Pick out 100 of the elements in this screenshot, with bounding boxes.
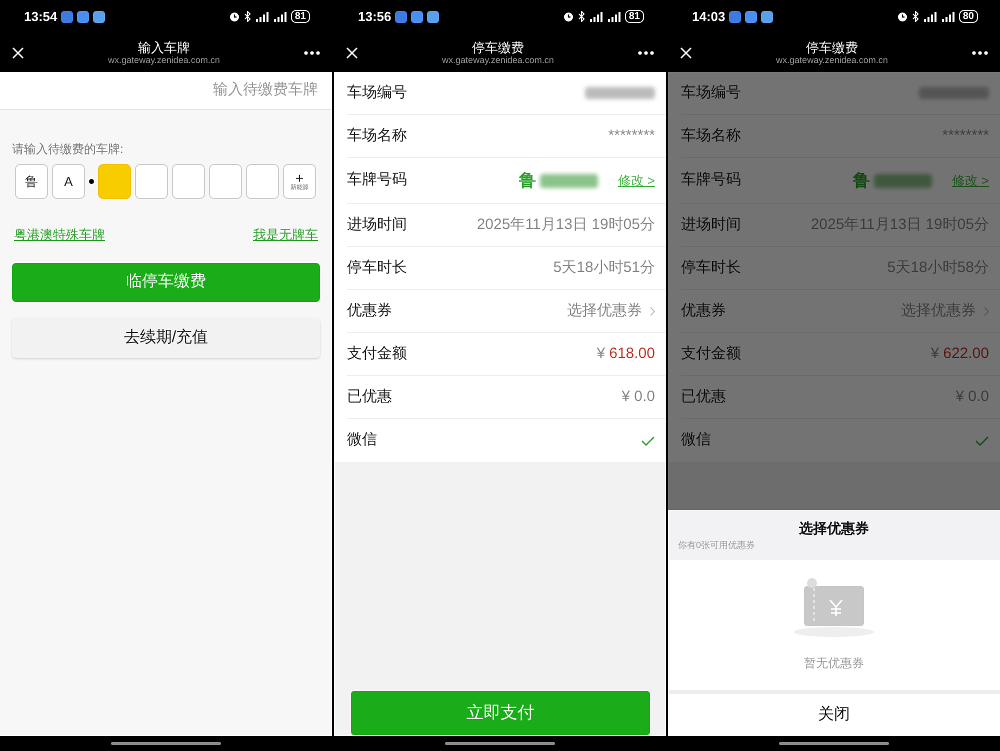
- battery-level: 81: [290, 10, 310, 23]
- page-url: wx.gateway.zenidea.com.cn: [776, 54, 888, 66]
- row-label: 微信: [681, 430, 711, 450]
- coupon-count: 你有0张可用优惠券: [678, 538, 756, 552]
- row-label: 车场名称: [347, 126, 407, 146]
- row-value: 2025年11月13日 19时05分: [476, 214, 655, 235]
- row-label: 微信: [347, 430, 377, 450]
- plate-prefix: 鲁: [852, 170, 870, 192]
- notification-icon: [93, 10, 106, 22]
- status-time: 14:03: [692, 8, 726, 26]
- row-value: ********: [942, 126, 989, 146]
- battery-level: 80: [958, 10, 978, 23]
- more-icon[interactable]: [638, 50, 654, 54]
- amount-value: 618.00: [609, 344, 655, 364]
- home-indicator[interactable]: [111, 742, 221, 745]
- bluetooth-icon: [578, 11, 585, 22]
- status-time: 13:54: [24, 8, 58, 26]
- plate-link[interactable]: 我是无牌车: [253, 225, 318, 244]
- page-url: wx.gateway.zenidea.com.cn: [108, 54, 220, 66]
- close-icon[interactable]: [680, 46, 692, 58]
- page-title: 输入车牌: [138, 40, 190, 54]
- row-label: 车场编号: [347, 82, 407, 103]
- notification-icon: [61, 10, 74, 22]
- plate-link[interactable]: 粤港澳特殊车牌: [14, 225, 105, 244]
- plate-char-field[interactable]: [246, 164, 279, 199]
- close-icon[interactable]: [12, 46, 24, 58]
- section-title: 输入待缴费车牌: [213, 80, 318, 100]
- row-label: 车场编号: [681, 82, 741, 103]
- coupon-select[interactable]: 选择优惠券: [567, 300, 642, 322]
- row-label: 优惠券: [681, 300, 726, 321]
- blurred-plate: [540, 174, 598, 188]
- signal-icon: [922, 11, 937, 22]
- row-value: ¥ 0.0: [622, 386, 655, 407]
- row-label: 支付金额: [347, 344, 407, 364]
- alarm-icon: [896, 11, 908, 22]
- currency-sign: ¥: [930, 344, 940, 364]
- signal-icon: [272, 11, 287, 22]
- row-label: 优惠券: [347, 300, 392, 321]
- alarm-icon: [228, 11, 240, 22]
- signal-icon: [588, 11, 603, 22]
- row-label: 支付金额: [681, 344, 741, 364]
- notification-icon: [761, 10, 774, 22]
- prompt-text: 请输入待缴费的车牌:: [12, 141, 124, 158]
- row-label: 车牌号码: [681, 170, 741, 190]
- plate-prefix: 鲁: [518, 170, 536, 192]
- notification-icon: [77, 10, 90, 22]
- row-value: 5天18小时51分: [553, 258, 655, 278]
- empty-message: 暂无优惠券: [804, 655, 864, 672]
- signal-icon: [606, 11, 621, 22]
- plate-char-field[interactable]: 鲁: [15, 164, 48, 199]
- page-title: 停车缴费: [472, 40, 524, 54]
- plus-sign: +: [295, 172, 304, 184]
- bluetooth-icon: [912, 11, 919, 22]
- currency-sign: ¥: [596, 344, 606, 364]
- sheet-title: 选择优惠券: [798, 518, 870, 538]
- ticket-icon: [792, 578, 876, 638]
- chevron-icon: [984, 306, 989, 316]
- bluetooth-icon: [244, 11, 251, 22]
- close-button[interactable]: 关闭: [668, 690, 1000, 736]
- blurred-plate: [874, 174, 932, 188]
- page-url: wx.gateway.zenidea.com.cn: [442, 54, 554, 66]
- row-value: ********: [608, 126, 655, 146]
- home-indicator[interactable]: [779, 742, 889, 745]
- row-label: 进场时间: [347, 214, 407, 235]
- plate-char-field[interactable]: [135, 164, 168, 199]
- alarm-icon: [562, 11, 574, 22]
- edit-link[interactable]: 修改 >: [618, 170, 655, 190]
- plate-char-field[interactable]: A: [52, 164, 85, 199]
- pay-button[interactable]: 临停车缴费: [12, 262, 320, 302]
- notification-icon: [745, 10, 758, 22]
- notification-icon: [729, 10, 742, 22]
- signal-icon: [254, 11, 269, 22]
- separator-dot: [89, 179, 94, 184]
- row-label: 已优惠: [681, 386, 726, 407]
- notification-icon: [427, 10, 440, 22]
- signal-icon: [940, 11, 955, 22]
- home-indicator[interactable]: [445, 742, 555, 745]
- chevron-icon: [650, 306, 655, 316]
- plate-char-field[interactable]: [209, 164, 242, 199]
- plate-char-field[interactable]: [98, 164, 131, 199]
- status-time: 13:56: [358, 8, 392, 26]
- row-label: 车牌号码: [347, 170, 407, 190]
- more-icon[interactable]: [304, 50, 320, 54]
- amount-value: 622.00: [943, 344, 989, 364]
- more-icon[interactable]: [972, 50, 988, 54]
- row-label: 车场名称: [681, 126, 741, 146]
- notification-icon: [411, 10, 424, 22]
- battery-level: 81: [624, 10, 644, 23]
- edit-link[interactable]: 修改 >: [952, 170, 989, 190]
- close-icon[interactable]: [346, 46, 358, 58]
- pay-now-button[interactable]: 立即支付: [351, 691, 650, 735]
- blurred-value: [919, 87, 989, 99]
- blurred-value: [585, 87, 655, 99]
- row-label: 进场时间: [681, 214, 741, 235]
- notification-icon: [395, 10, 408, 22]
- plate-char-field[interactable]: [172, 164, 205, 199]
- row-label: 停车时长: [681, 258, 741, 278]
- renew-button[interactable]: 去续期/充值: [12, 318, 320, 358]
- row-label: 停车时长: [347, 258, 407, 278]
- row-label: 已优惠: [347, 386, 392, 407]
